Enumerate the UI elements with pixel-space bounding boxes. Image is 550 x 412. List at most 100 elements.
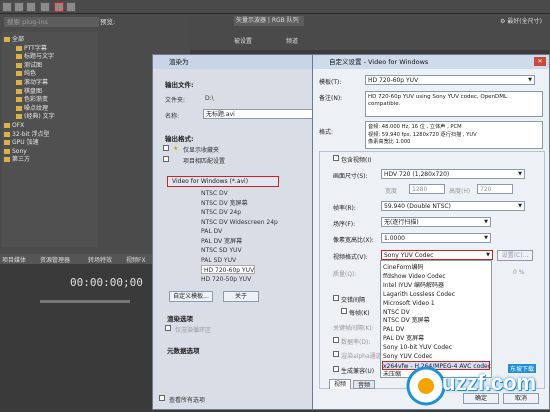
- codec-option[interactable]: Sony 10-bit YUV Codec: [383, 343, 452, 352]
- codec-option[interactable]: CineForm编码: [383, 263, 423, 272]
- format-item[interactable]: PAL DV: [201, 227, 222, 236]
- about-button[interactable]: 关于: [223, 291, 259, 302]
- tree-item[interactable]: 纯色: [16, 70, 36, 78]
- tab-transitions[interactable]: 转场特效: [88, 255, 112, 264]
- render-options-section: 渲染选项: [167, 315, 193, 323]
- show-all-checkbox[interactable]: [159, 395, 165, 401]
- folder-icon: [16, 88, 22, 94]
- format-item[interactable]: NTSC DV: [201, 189, 228, 198]
- interleave-checkbox[interactable]: [333, 295, 339, 301]
- save-icon[interactable]: [26, 2, 36, 12]
- video-format-value: Sony YUV Codec: [384, 252, 434, 259]
- undo-icon[interactable]: [66, 2, 76, 12]
- codec-option[interactable]: NTSC DV 宽屏幕: [383, 316, 430, 325]
- include-video-checkbox[interactable]: [333, 155, 339, 161]
- tree-item[interactable]: 棋盘图: [16, 88, 42, 96]
- main-toolbar: [0, 0, 550, 14]
- open-icon[interactable]: [14, 2, 24, 12]
- tree-item[interactable]: Sony: [4, 148, 27, 156]
- name-input[interactable]: 无标题.avi: [203, 109, 313, 119]
- favorites-checkbox[interactable]: [163, 145, 169, 151]
- tab-video[interactable]: 视频: [329, 379, 351, 389]
- codec-option[interactable]: ffdshow Video Codec: [383, 272, 446, 281]
- folder-icon: [16, 114, 22, 120]
- tab-project-media[interactable]: 项目媒体: [2, 255, 26, 264]
- search-input[interactable]: 搜索 plug-ins: [4, 17, 99, 27]
- properties-icon[interactable]: [40, 2, 50, 12]
- tree-item[interactable]: PTT字幕: [16, 45, 47, 53]
- tree-item[interactable]: GPU 加速: [4, 139, 39, 147]
- preview-label: 预览:: [100, 18, 116, 26]
- datarate-checkbox[interactable]: [333, 337, 339, 343]
- watermark-sub: 东坡下载: [508, 364, 537, 373]
- format-item[interactable]: PAL SD YUV: [201, 256, 236, 265]
- tree-item-label: 32-bit 浮点型: [12, 130, 50, 138]
- codec-option[interactable]: 未压缩: [383, 370, 401, 379]
- frame-rate-value: 59.940 (Double NTSC): [384, 203, 451, 210]
- notes-field[interactable]: HD 720-60p YUV using Sony YUV codec, Ope…: [365, 91, 543, 117]
- customize-template-button[interactable]: 自定义模板...: [169, 291, 213, 302]
- template-select[interactable]: HD 720-60p YUV ▼: [365, 75, 535, 85]
- pixel-aspect-label: 像素宽高比(X):: [333, 237, 374, 244]
- pixel-aspect-select[interactable]: 1.0000 ▼: [381, 233, 491, 243]
- chevron-down-icon: ▼: [484, 219, 488, 225]
- format-item[interactable]: HD 720-60p YUV: [201, 265, 256, 274]
- format-item[interactable]: NTSC DV 24p: [201, 208, 241, 217]
- render-icon[interactable]: [54, 2, 64, 12]
- new-icon[interactable]: [2, 2, 12, 12]
- folder-icon: [16, 54, 22, 60]
- render-loop-checkbox[interactable]: [165, 325, 171, 331]
- format-item[interactable]: NTSC DV 宽屏幕: [201, 199, 248, 208]
- format-item[interactable]: NTSC SD YUV: [201, 246, 242, 255]
- video-format-select[interactable]: Sony YUV Codec ▼: [381, 250, 493, 260]
- tree-item[interactable]: 色彩渐变: [16, 96, 48, 104]
- folder-icon: [16, 45, 22, 51]
- tree-item[interactable]: 标题与文字: [16, 53, 54, 61]
- codec-option[interactable]: Lagarith Lossless Codec: [383, 290, 455, 299]
- alpha-checkbox[interactable]: [333, 351, 339, 357]
- zoom-slider[interactable]: [40, 300, 130, 303]
- render-as-dialog: 渲染为 输出文件: 文件夹: D:\ 名称: 无标题.avi 输出格式: ★ 仅…: [152, 54, 328, 410]
- tab-video-fx[interactable]: 视频FX: [126, 255, 146, 264]
- tab-audio[interactable]: 音频: [353, 380, 375, 389]
- tree-item[interactable]: 第三方: [4, 156, 30, 164]
- star-icon: ★: [173, 145, 179, 152]
- tree-item-label: 第三方: [12, 156, 31, 164]
- tree-item[interactable]: OFX: [4, 122, 24, 130]
- width-input[interactable]: 1280: [409, 184, 445, 194]
- scope-select[interactable]: 矢量示波器 | RGB 队列: [234, 16, 304, 26]
- keyframe-checkbox[interactable]: [341, 308, 347, 314]
- codec-option[interactable]: NTSC DV: [383, 308, 410, 317]
- interleave-label: 交错间隔: [341, 297, 366, 304]
- format-item[interactable]: HD 720-50p YUV: [201, 275, 251, 284]
- folder-icon: [4, 157, 10, 163]
- configure-button[interactable]: 设置(C)...: [497, 250, 533, 261]
- tree-item-label: 棋盘图: [24, 87, 43, 95]
- codec-option[interactable]: PAL DV: [383, 325, 404, 334]
- frame-size-select[interactable]: HDV 720 (1,280x720) ▼: [381, 169, 525, 179]
- format-audio: 音频: 48.000 Hz, 16 位 , 立体声 , PCM: [368, 124, 462, 130]
- format-category-vfw[interactable]: Video for Windows (*.avi): [167, 176, 279, 187]
- tree-item[interactable]: 全部: [4, 36, 24, 44]
- tree-item[interactable]: (经典) 文字: [16, 113, 55, 121]
- tab-explorer[interactable]: 资源管理器: [40, 255, 70, 264]
- height-input[interactable]: 720: [477, 184, 513, 194]
- tree-item[interactable]: 32-bit 浮点型: [4, 131, 50, 139]
- codec-option[interactable]: Microsoft Video 1: [383, 299, 435, 308]
- codec-option[interactable]: PAL DV 宽屏幕: [383, 334, 424, 343]
- tree-item[interactable]: 测试图: [16, 62, 42, 70]
- build-compat-checkbox[interactable]: [333, 366, 339, 372]
- codec-option[interactable]: Sony YUV Codec: [383, 352, 432, 361]
- output-format-section: 输出格式:: [165, 135, 194, 143]
- tree-item[interactable]: 噪点纹理: [16, 105, 48, 113]
- frame-rate-select[interactable]: 59.940 (Double NTSC) ▼: [381, 201, 525, 211]
- scope-label: 被设置: [234, 38, 253, 45]
- codec-option[interactable]: Intel IYUV 编码解码器: [383, 281, 444, 290]
- match-checkbox[interactable]: [163, 156, 169, 162]
- field-order-select[interactable]: 无(逐行扫描) ▼: [381, 217, 491, 227]
- quality-label: 质量(Q):: [333, 271, 357, 278]
- format-item[interactable]: PAL DV 宽屏幕: [201, 237, 242, 246]
- tree-item[interactable]: 滚动字幕: [16, 79, 48, 87]
- close-icon[interactable]: ✕: [534, 57, 546, 66]
- format-item[interactable]: NTSC DV Widescreen 24p: [201, 218, 278, 227]
